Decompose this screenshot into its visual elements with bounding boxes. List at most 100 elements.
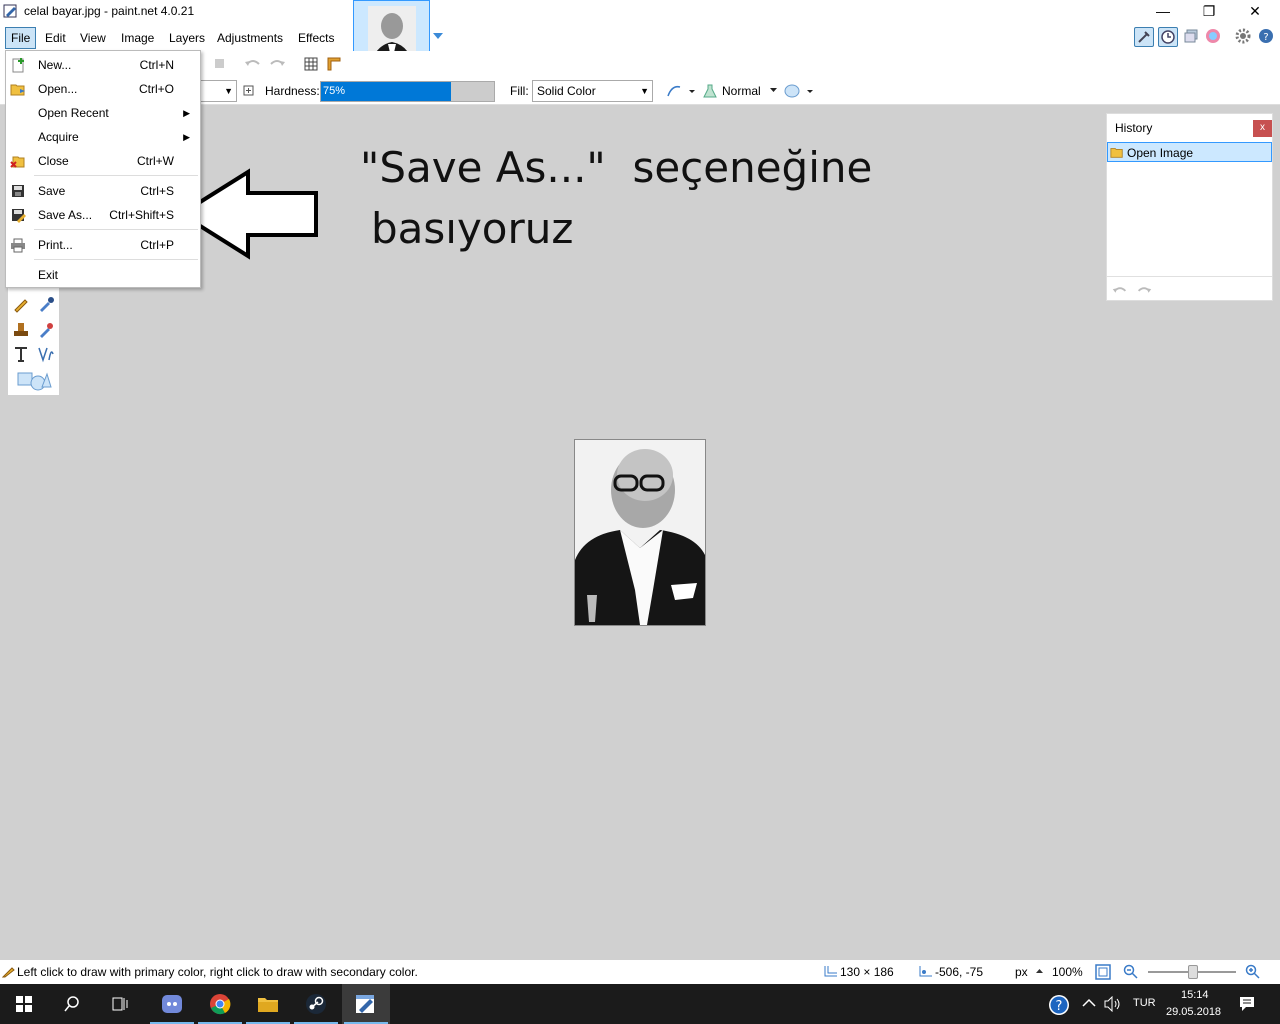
clone-stamp-tool-icon[interactable]	[12, 321, 30, 339]
file-menu-close[interactable]: Close Ctrl+W	[6, 149, 200, 173]
menu-separator	[34, 229, 198, 230]
action-center-icon[interactable]	[1238, 995, 1256, 1013]
submenu-chevron-icon: ▶	[183, 132, 190, 142]
unit-chevron-up-icon[interactable]	[1036, 968, 1044, 974]
file-menu-save[interactable]: Save Ctrl+S	[6, 179, 200, 203]
recolor-tool-icon[interactable]	[37, 321, 55, 339]
restore-button[interactable]: ❐	[1186, 0, 1232, 22]
crop-to-selection-icon[interactable]	[212, 56, 228, 72]
windows-taskbar: ? TUR 15:14 29.05.2018	[0, 984, 1280, 1024]
history-undo-icon[interactable]	[1111, 282, 1129, 298]
antialiasing-dropdown-icon[interactable]	[666, 83, 696, 99]
antialias-icon[interactable]	[243, 85, 255, 97]
menu-adjustments[interactable]: Adjustments	[212, 27, 288, 49]
brush-width-combo[interactable]: ▼	[197, 80, 237, 102]
task-view-button[interactable]	[96, 984, 144, 1024]
menu-edit[interactable]: Edit	[40, 27, 71, 49]
task-view-icon	[112, 997, 128, 1011]
color-picker-tool-icon[interactable]	[37, 295, 55, 313]
selection-mode-dropdown-icon[interactable]	[784, 83, 814, 99]
minimize-button[interactable]: —	[1140, 0, 1186, 22]
status-hint: Left click to draw with primary color, r…	[17, 965, 418, 979]
taskbar-chrome[interactable]	[196, 984, 244, 1024]
menu-view[interactable]: View	[75, 27, 111, 49]
menu-image[interactable]: Image	[116, 27, 159, 49]
save-disk-icon	[12, 185, 24, 197]
blend-mode-chevron-icon[interactable]	[770, 88, 778, 94]
fill-mode-value: Solid Color	[537, 84, 596, 98]
history-redo-icon[interactable]	[1135, 282, 1153, 298]
paintnet-icon	[356, 995, 374, 1013]
history-panel: History x Open Image	[1106, 113, 1273, 301]
line-curve-tool-icon[interactable]	[37, 345, 55, 363]
grid-icon[interactable]	[303, 56, 319, 72]
menu-effects[interactable]: Effects	[293, 27, 339, 49]
undo-icon[interactable]	[243, 56, 263, 72]
taskbar-steam[interactable]	[292, 984, 340, 1024]
zoom-out-icon[interactable]	[1123, 964, 1139, 980]
steam-icon	[306, 994, 326, 1014]
tools-panel	[8, 285, 59, 395]
blend-mode-select[interactable]: Normal	[722, 84, 761, 98]
cursor-position: -506, -75	[935, 965, 984, 979]
clock-time[interactable]: 15:14	[1181, 989, 1209, 1001]
file-menu-save-as[interactable]: Save As... Ctrl+Shift+S	[6, 203, 200, 227]
close-window-button[interactable]: ✕	[1232, 0, 1278, 22]
fill-label: Fill:	[510, 84, 529, 98]
unit-select[interactable]: px	[1015, 965, 1028, 979]
fill-mode-select[interactable]: Solid Color ▼	[532, 80, 653, 102]
layers-window-icon[interactable]	[1182, 27, 1202, 47]
help-tray-icon[interactable]: ?	[1048, 994, 1072, 1016]
hardness-label: Hardness:	[265, 84, 320, 98]
file-explorer-icon	[258, 998, 278, 1012]
rulers-icon[interactable]	[326, 56, 342, 72]
file-menu-open-recent[interactable]: Open Recent ▶	[6, 101, 200, 125]
file-menu-print[interactable]: Print... Ctrl+P	[6, 233, 200, 257]
input-language[interactable]: TUR	[1133, 997, 1156, 1009]
clock-date[interactable]: 29.05.2018	[1166, 1006, 1221, 1018]
zoom-to-window-icon[interactable]	[1095, 964, 1111, 980]
settings-gear-icon[interactable]	[1234, 27, 1254, 47]
file-menu-acquire[interactable]: Acquire ▶	[6, 125, 200, 149]
start-button[interactable]	[0, 984, 48, 1024]
window-title: celal bayar.jpg - paint.net 4.0.21	[24, 4, 195, 18]
taskbar-discord[interactable]	[148, 984, 196, 1024]
menu-separator	[34, 175, 198, 176]
text-tool-icon[interactable]	[12, 345, 30, 363]
show-hidden-icons-chevron-icon[interactable]	[1082, 997, 1096, 1009]
history-close-button[interactable]: x	[1253, 120, 1272, 137]
tab-list-dropdown-icon[interactable]	[432, 32, 444, 42]
zoom-slider-thumb[interactable]	[1188, 965, 1198, 979]
hardness-slider[interactable]: 75%	[320, 81, 495, 102]
save-as-icon	[12, 209, 26, 223]
shapes-tool-icon[interactable]	[16, 369, 52, 391]
file-menu-open[interactable]: Open... Ctrl+O	[6, 77, 200, 101]
taskbar-file-explorer[interactable]	[244, 984, 292, 1024]
open-folder-icon	[10, 84, 25, 96]
menu-layers[interactable]: Layers	[164, 27, 210, 49]
pencil-tool-icon[interactable]	[12, 295, 30, 313]
file-menu-exit[interactable]: Exit	[6, 263, 200, 287]
canvas-image-portrait[interactable]	[574, 439, 706, 626]
volume-icon[interactable]	[1104, 996, 1122, 1012]
file-menu-new[interactable]: New... Ctrl+N	[6, 53, 200, 77]
status-bar: Left click to draw with primary color, r…	[0, 960, 1280, 984]
history-divider	[1107, 276, 1272, 277]
history-item-open-image[interactable]: Open Image	[1107, 142, 1272, 162]
title-bar: celal bayar.jpg - paint.net 4.0.21 — ❐ ✕	[0, 0, 1280, 24]
zoom-in-icon[interactable]	[1245, 964, 1261, 980]
svg-text:?: ?	[1263, 32, 1268, 43]
tools-window-icon[interactable]	[1134, 27, 1154, 47]
paintnet-app-icon	[3, 4, 17, 18]
history-window-icon[interactable]	[1158, 27, 1178, 47]
taskbar-paintnet[interactable]	[342, 984, 390, 1024]
submenu-chevron-icon: ▶	[183, 108, 190, 118]
menu-file[interactable]: File	[5, 27, 37, 49]
blend-mode-flask-icon	[703, 84, 717, 98]
new-image-icon	[12, 58, 24, 73]
colors-window-icon[interactable]	[1204, 27, 1224, 47]
redo-icon[interactable]	[267, 56, 287, 72]
zoom-level[interactable]: 100%	[1052, 965, 1083, 979]
help-icon[interactable]: ?	[1257, 27, 1277, 47]
search-button[interactable]	[48, 984, 96, 1024]
